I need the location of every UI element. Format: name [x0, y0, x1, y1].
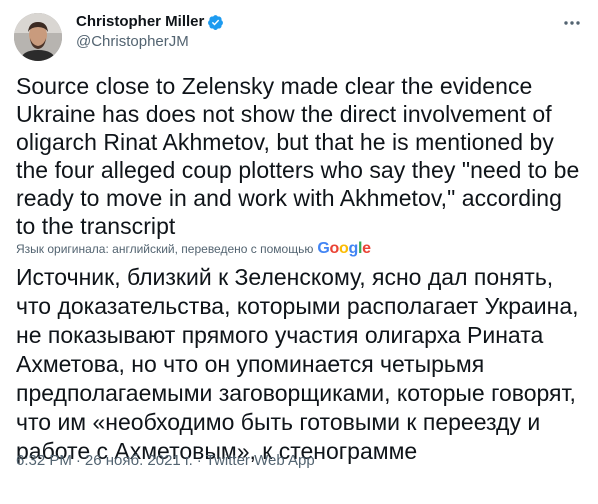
tweet-original-text: Source close to Zelensky made clear the … — [16, 73, 580, 239]
author-name-row: Christopher Miller — [76, 12, 224, 32]
google-logo[interactable]: Google — [317, 241, 371, 257]
translation-note: Язык оригинала: английский, переведено с… — [16, 241, 371, 257]
tweet-translated-text: Источник, близкий к Зеленскому, ясно дал… — [16, 264, 579, 464]
translation-note-label: Язык оригинала: английский, переведено с… — [16, 242, 314, 256]
tweet-card: Christopher Miller @ChristopherJM Source… — [0, 0, 598, 504]
tweet-time[interactable]: 6:32 PM — [16, 451, 72, 471]
more-options-icon[interactable] — [562, 13, 582, 33]
meta-separator: · — [75, 452, 81, 469]
tweet-date[interactable]: 26 нояб. 2021 г. — [85, 451, 193, 471]
meta-separator-2: · — [196, 452, 202, 469]
author-display-name[interactable]: Christopher Miller — [76, 12, 204, 32]
avatar[interactable] — [14, 13, 62, 61]
tweet-source[interactable]: Twitter Web App — [206, 451, 315, 471]
verified-badge-icon — [207, 14, 224, 31]
tweet-meta: 6:32 PM · 26 нояб. 2021 г. · Twitter Web… — [16, 451, 315, 471]
author-handle[interactable]: @ChristopherJM — [76, 32, 189, 52]
